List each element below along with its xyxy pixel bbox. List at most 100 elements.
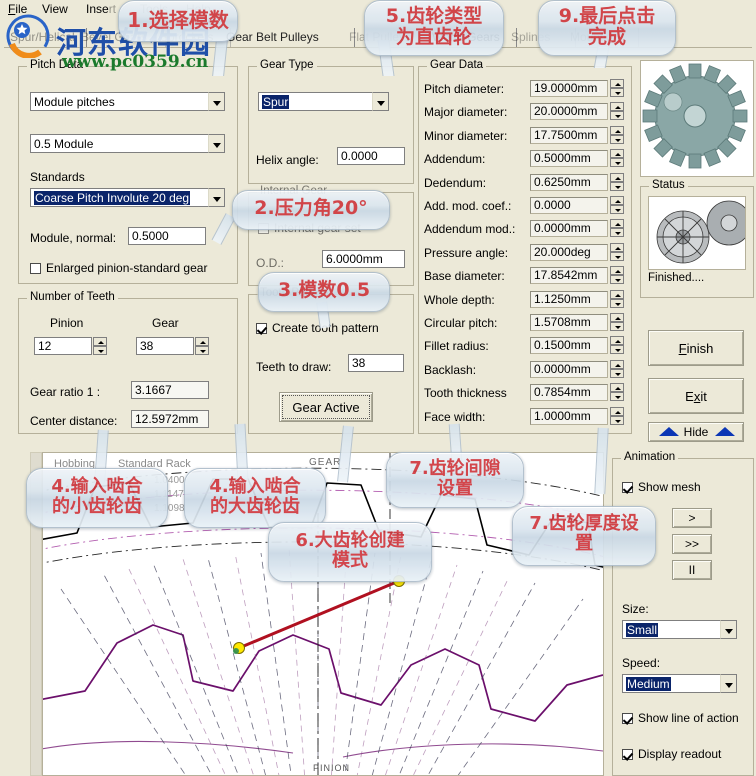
gear-type-combo[interactable]: Spur (258, 92, 389, 111)
gear-data-value-4: 0.6250mm (530, 173, 608, 191)
callout-10-line-1: 9.最后点击 (558, 5, 656, 27)
finish-label: Finish (678, 341, 714, 356)
gear-data-stepper-3[interactable] (610, 149, 624, 168)
gear-data-value-13: 0.7854mm (530, 384, 608, 402)
gear-data-stepper-13[interactable] (610, 383, 624, 402)
callout-3-line-1: 3.模数0.5 (277, 279, 371, 301)
chevron-down-icon[interactable] (372, 92, 389, 111)
gear-data-value-3: 0.5000mm (530, 150, 608, 168)
pinion-teeth-input[interactable]: 12 (34, 337, 92, 355)
gear-data-stepper-1[interactable] (610, 102, 624, 121)
module-size-value: 0.5 Module (34, 137, 94, 151)
gear-data-stepper-2[interactable] (610, 125, 624, 144)
gear-data-value-1: 20.0000mm (530, 103, 608, 121)
callout-7-gear-create-mode: 6.大齿轮创建 模式 (268, 522, 432, 582)
callout-5-line-1: 4.输入啮合 (209, 476, 301, 497)
gear-data-label-14: Face width: (424, 409, 486, 424)
teeth-to-draw-input[interactable]: 38 (348, 354, 404, 372)
gear-data-stepper-7[interactable] (610, 242, 624, 261)
chevron-down-icon[interactable] (208, 134, 225, 153)
helix-angle-input[interactable]: 0.0000 (337, 147, 405, 165)
play-label: >> (684, 537, 699, 551)
gear-data-label-2: Minor diameter: (424, 128, 508, 143)
gear-data-label-10: Circular pitch: (424, 316, 498, 330)
gear-data-stepper-4[interactable] (610, 172, 624, 191)
module-size-combo[interactable]: 0.5 Module (30, 134, 225, 153)
hide-label: Hide (683, 425, 709, 439)
gear-data-label-7: Pressure angle: (424, 245, 509, 260)
pause-button[interactable]: II (672, 560, 712, 580)
callout-7-line-1: 6.大齿轮创建 (295, 530, 405, 551)
center-distance-label: Center distance: (30, 414, 118, 428)
callout-2-line-1: 2.压力角20° (254, 197, 368, 219)
gear-data-stepper-9[interactable] (610, 289, 624, 308)
gear-designer-window: FFileile View Insert Tools Help Spur/Hel… (0, 0, 756, 776)
standards-value: Coarse Pitch Involute 20 deg (34, 191, 191, 205)
callout-6-line-1: 5.齿轮类型 (385, 5, 483, 27)
speed-combo[interactable]: Medium (622, 674, 737, 693)
exit-label: Exit (685, 389, 707, 404)
chevron-down-icon[interactable] (208, 92, 225, 111)
exit-button[interactable]: Exit (648, 378, 744, 414)
menu-item-insert[interactable]: Insert (86, 2, 116, 16)
gear-data-value-0: 19.0000mm (530, 80, 608, 97)
callout-10-line-2: 完成 (587, 26, 626, 49)
play-button[interactable]: >> (672, 534, 712, 554)
gear-data-stepper-0[interactable] (610, 79, 624, 97)
site-logo-icon (6, 14, 50, 58)
gear-data-value-6: 0.0000mm (530, 220, 608, 238)
size-combo[interactable]: Small (622, 620, 737, 639)
standards-label: Standards (30, 170, 85, 184)
pinion-teeth-stepper[interactable] (93, 337, 107, 356)
gear-data-stepper-8[interactable] (610, 266, 624, 285)
gear-data-stepper-11[interactable] (610, 336, 624, 355)
gear-type-value: Spur (262, 95, 290, 109)
speed-label: Speed: (622, 656, 661, 670)
number-of-teeth-label: Number of Teeth (27, 291, 118, 303)
status-label: Status (649, 179, 688, 191)
callout-4-line-2: 的小齿轮齿 (52, 496, 142, 518)
gear-data-value-9: 1.1250mm (530, 290, 608, 308)
gear-teeth-stepper[interactable] (195, 337, 209, 356)
callout-8-line-2: 设置 (437, 478, 473, 500)
gear-data-stepper-12[interactable] (610, 359, 624, 378)
gear-data-label-4: Dedendum: (424, 175, 487, 190)
callout-5-gear-teeth: 4.输入啮合 的大齿轮齿 (184, 468, 326, 528)
gear-photo-illustration (641, 61, 753, 176)
step-forward-label: > (688, 511, 696, 525)
gear-ratio-value: 3.1667 (131, 381, 209, 399)
chevron-down-icon[interactable] (720, 620, 737, 639)
gear-data-stepper-10[interactable] (610, 313, 624, 331)
chevron-down-icon[interactable] (720, 674, 737, 693)
od-input[interactable]: 6.0000mm (322, 250, 405, 268)
step-forward-button[interactable]: > (672, 508, 712, 528)
tab-gear-belt-pulleys[interactable]: Gear Belt Pulleys (220, 28, 355, 47)
standards-combo[interactable]: Coarse Pitch Involute 20 deg (30, 188, 225, 207)
gear-data-label-0: Pitch diameter: (424, 82, 505, 96)
gear-data-label-9: Whole depth: (424, 292, 495, 307)
callout-10-finish: 9.最后点击 完成 (538, 0, 676, 56)
gear-data-label-1: Major diameter: (424, 105, 508, 120)
chevron-down-icon[interactable] (208, 188, 225, 207)
module-normal-input[interactable]: 0.5000 (128, 227, 206, 245)
gear-teeth-input[interactable]: 38 (136, 337, 194, 355)
finish-button[interactable]: Finish (648, 330, 744, 366)
gear-data-stepper-5[interactable] (610, 196, 624, 214)
hide-button[interactable]: Hide (648, 422, 744, 442)
gear-data-value-2: 17.7500mm (530, 126, 608, 144)
pitch-type-combo[interactable]: Module pitches (30, 92, 225, 111)
gear-data-stepper-6[interactable] (610, 219, 624, 238)
gear-data-value-12: 0.0000mm (530, 360, 608, 378)
gear-data-label-12: Backlash: (424, 362, 477, 377)
pitch-type-value: Module pitches (34, 95, 115, 109)
size-label: Size: (622, 602, 649, 616)
callout-7-line-2: 模式 (332, 550, 368, 572)
gear-active-button[interactable]: Gear Active (279, 392, 373, 422)
show-line-of-action-label: Show line of action (638, 711, 739, 725)
module-normal-label: Module, normal: (30, 231, 117, 245)
status-thumbnail (648, 196, 746, 270)
gear-type-label: Gear Type (257, 59, 317, 71)
gear-data-stepper-14[interactable] (610, 406, 624, 425)
checkbox-box (622, 482, 633, 493)
callout-5-line-2: 的大齿轮齿 (210, 496, 300, 518)
